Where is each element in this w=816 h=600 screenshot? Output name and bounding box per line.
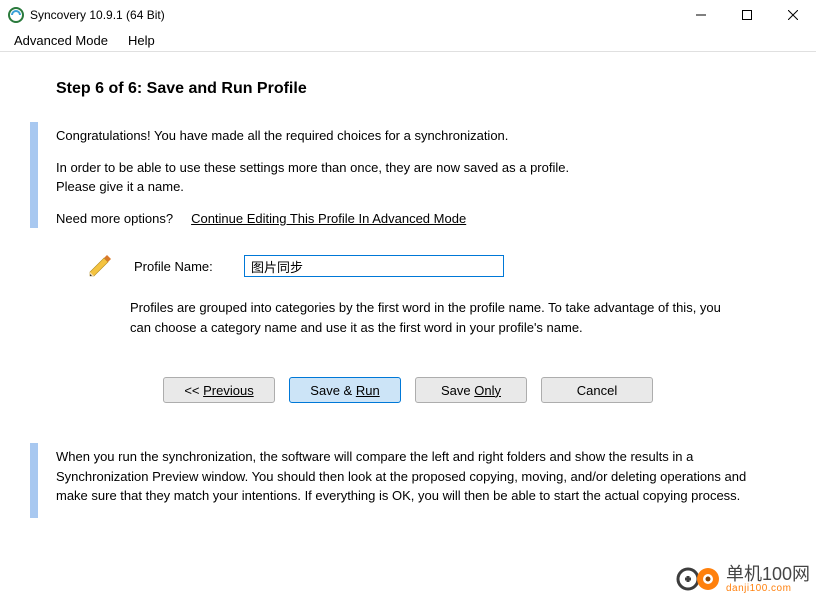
need-more-label: Need more options? <box>56 209 173 229</box>
watermark-icon <box>676 564 720 594</box>
congrats-text: Congratulations! You have made all the r… <box>56 126 756 146</box>
previous-button[interactable]: << Previous <box>163 377 275 403</box>
maximize-button[interactable] <box>724 0 770 30</box>
close-button[interactable] <box>770 0 816 30</box>
window-controls <box>678 0 816 30</box>
wizard-content: Step 6 of 6: Save and Run Profile Congra… <box>0 52 816 556</box>
app-icon <box>8 7 24 23</box>
menu-advanced-mode[interactable]: Advanced Mode <box>6 31 116 50</box>
menubar: Advanced Mode Help <box>0 30 816 52</box>
titlebar: Syncovery 10.9.1 (64 Bit) <box>0 0 816 30</box>
profile-name-input[interactable] <box>244 255 504 277</box>
accent-bar <box>30 122 38 228</box>
profile-name-row: Profile Name: <box>86 252 786 280</box>
category-hint: Profiles are grouped into categories by … <box>130 298 736 337</box>
footer-section: When you run the synchronization, the so… <box>30 443 786 518</box>
button-row: << Previous Save & Run Save Only Cancel <box>30 377 786 403</box>
give-name-text: Please give it a name. <box>56 177 756 197</box>
minimize-button[interactable] <box>678 0 724 30</box>
footer-text: When you run the synchronization, the so… <box>56 447 756 506</box>
menu-help[interactable]: Help <box>120 31 163 50</box>
window-title: Syncovery 10.9.1 (64 Bit) <box>30 8 678 22</box>
intro-section: Congratulations! You have made all the r… <box>30 122 786 228</box>
step-title: Step 6 of 6: Save and Run Profile <box>56 80 786 98</box>
advanced-mode-link[interactable]: Continue Editing This Profile In Advance… <box>191 209 466 229</box>
watermark-text: 单机100网 <box>726 565 810 583</box>
accent-bar <box>30 443 38 518</box>
profile-name-label: Profile Name: <box>134 259 224 274</box>
cancel-button[interactable]: Cancel <box>541 377 653 403</box>
watermark-subtext: danji100.com <box>726 583 810 594</box>
watermark: 单机100网 danji100.com <box>676 564 810 594</box>
save-info-text: In order to be able to use these setting… <box>56 158 756 178</box>
pencil-icon <box>86 252 114 280</box>
save-and-run-button[interactable]: Save & Run <box>289 377 401 403</box>
save-only-button[interactable]: Save Only <box>415 377 527 403</box>
step-header: Step 6 of 6: Save and Run Profile <box>56 80 786 98</box>
